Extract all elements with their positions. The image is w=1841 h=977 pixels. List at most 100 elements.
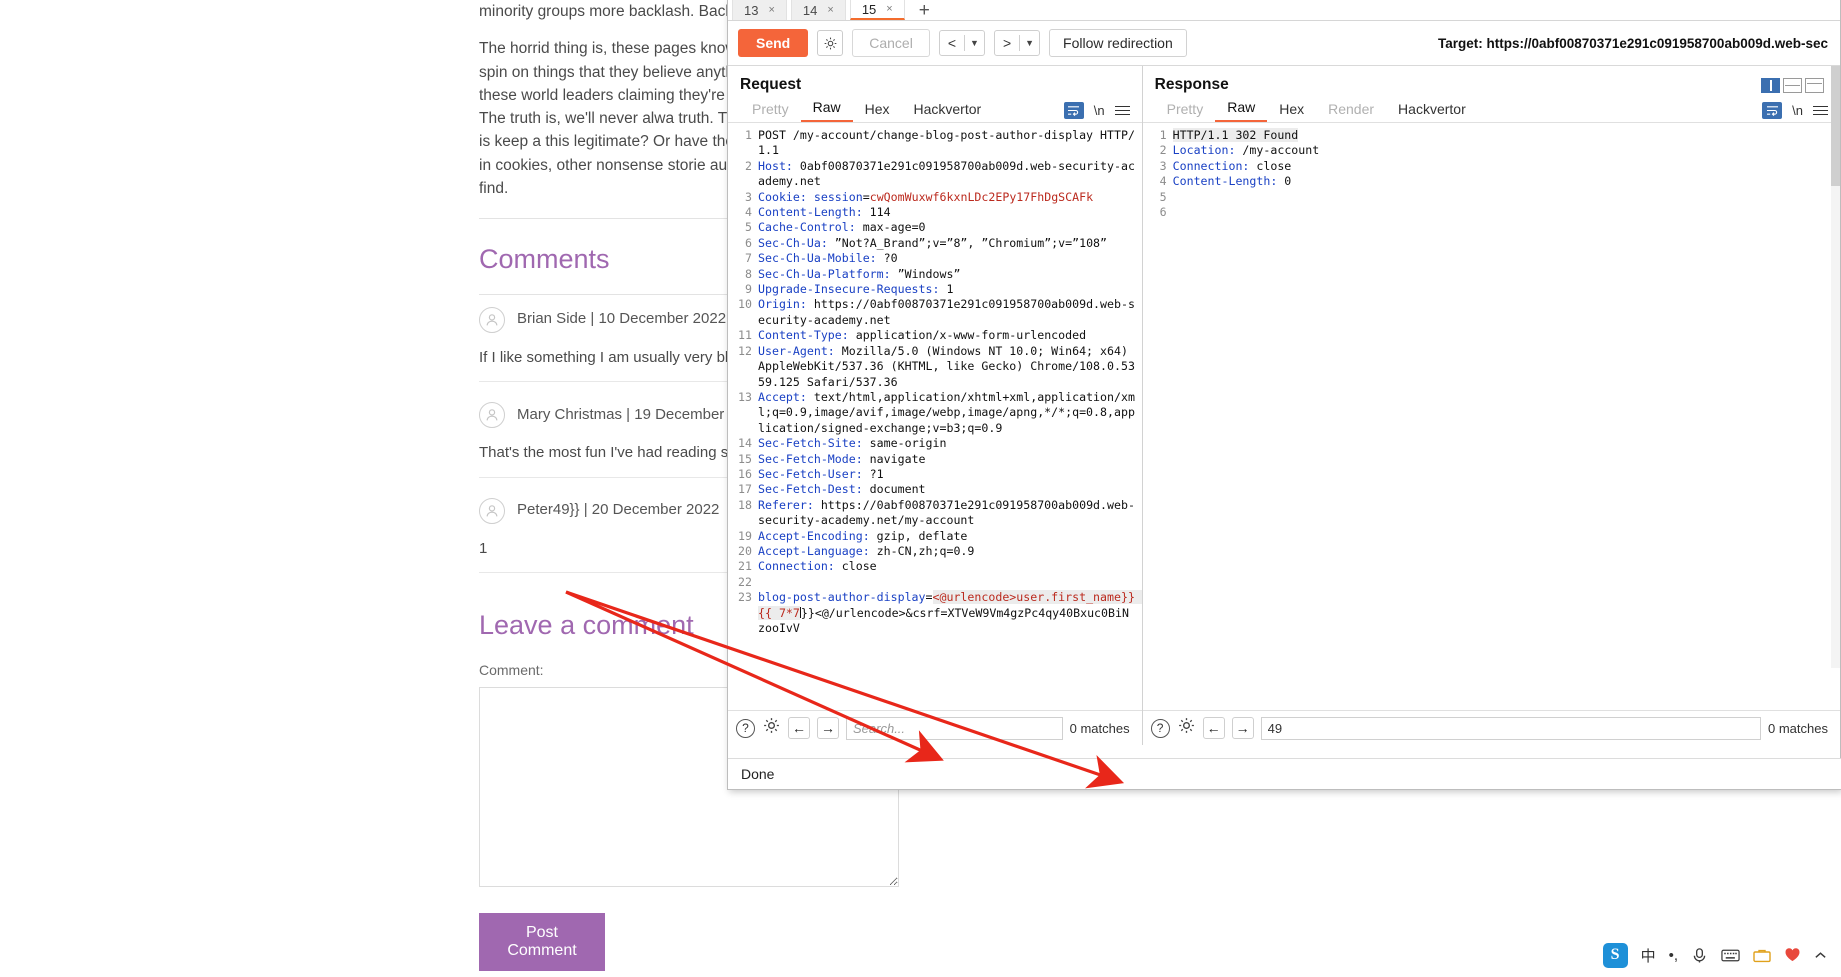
post-comment-button[interactable]: Post Comment [479, 912, 605, 971]
system-tray: S 中 •, [1421, 933, 1841, 977]
layout-switcher [1761, 77, 1828, 93]
question-icon[interactable]: ? [736, 718, 755, 738]
arrow-left-icon[interactable]: ← [1202, 717, 1225, 739]
tab-pretty[interactable]: Pretty [740, 101, 801, 122]
line-number: 4 [1159, 174, 1167, 189]
line-text: User-Agent: Mozilla/5.0 (Windows NT 10.0… [758, 343, 1135, 389]
cancel-button[interactable]: Cancel [852, 29, 930, 57]
gear-icon[interactable] [817, 30, 844, 56]
tab-render[interactable]: Render [1316, 101, 1386, 122]
comment-author: Brian Side [517, 310, 587, 328]
line-number: 5 [1159, 189, 1167, 204]
layout-horizontal-split-icon[interactable] [1783, 77, 1802, 93]
chevron-up-icon[interactable] [1814, 950, 1827, 961]
code-line: 7 Sec-Ch-Ua-Mobile: ?0 [728, 251, 1142, 266]
punctuation-toggle[interactable]: •, [1669, 947, 1678, 964]
question-icon[interactable]: ? [1150, 718, 1170, 738]
keyboard-icon[interactable] [1721, 948, 1740, 963]
repeater-tab-13[interactable]: 13 × [732, 0, 787, 20]
newline-toggle[interactable]: \n [1792, 103, 1803, 118]
close-icon[interactable]: × [768, 4, 774, 16]
mic-icon[interactable] [1691, 947, 1708, 964]
line-text: Connection: close [758, 559, 877, 574]
tab-raw[interactable]: Raw [1215, 99, 1268, 122]
response-search-input[interactable] [1260, 716, 1762, 740]
code-line: 8 Sec-Ch-Ua-Platform: ”Windows” [728, 267, 1142, 282]
close-icon[interactable]: × [827, 4, 833, 16]
code-line: 6 [1143, 205, 1840, 220]
code-line: 1 HTTP/1.1 302 Found [1143, 128, 1840, 143]
line-number: 13 [738, 389, 752, 404]
line-number: 2 [745, 158, 752, 173]
request-search-input[interactable] [846, 716, 1063, 740]
chevron-down-icon[interactable]: ▼ [965, 38, 984, 48]
word-wrap-icon[interactable] [1063, 102, 1084, 119]
request-body-editor[interactable]: 1 POST /my-account/change-blog-post-autho… [728, 123, 1142, 725]
repeater-toolbar: Send Cancel < ▼ > ▼ Follow redirection T… [728, 21, 1840, 66]
toolbox-icon[interactable] [1753, 948, 1771, 963]
tab-raw[interactable]: Raw [800, 99, 853, 122]
newline-toggle[interactable]: \n [1094, 103, 1105, 118]
line-text: Sec-Fetch-Mode: navigate [758, 451, 926, 466]
sogou-ime-icon[interactable]: S [1602, 942, 1628, 968]
tab-hex[interactable]: Hex [853, 101, 902, 122]
ime-mode-label[interactable]: 中 [1641, 945, 1656, 966]
code-line: 2 Host: 0abf00870371e291c091958700ab009d.… [728, 159, 1142, 190]
line-text: Connection: close [1172, 158, 1292, 173]
word-wrap-icon[interactable] [1762, 102, 1783, 119]
line-number: 4 [745, 205, 752, 220]
line-number: 12 [738, 343, 752, 358]
layout-tabs-icon[interactable] [1805, 77, 1824, 93]
next-request-button[interactable]: > ▼ [993, 30, 1041, 56]
gear-icon[interactable] [1177, 716, 1196, 740]
line-text [1173, 205, 1840, 220]
request-match-count: 0 matches [1069, 720, 1130, 736]
code-line: 15 Sec-Fetch-Mode: navigate [728, 452, 1142, 467]
tab-hackvertor[interactable]: Hackvertor [902, 101, 994, 122]
menu-icon[interactable] [1813, 103, 1828, 118]
line-number: 22 [738, 574, 752, 589]
code-line: 18 Referer: https://0abf00870371e291c0919… [728, 498, 1142, 529]
tab-hackvertor[interactable]: Hackvertor [1386, 101, 1478, 122]
follow-redirection-button[interactable]: Follow redirection [1049, 29, 1187, 57]
target-url-label: Target: https://0abf00870371e291c0919587… [1438, 35, 1828, 51]
code-line: 19 Accept-Encoding: gzip, deflate [728, 529, 1142, 544]
repeater-tab-14[interactable]: 14 × [790, 0, 846, 20]
line-text [1173, 190, 1840, 205]
scrollbar-thumb[interactable] [1831, 66, 1840, 186]
line-number: 17 [738, 482, 752, 497]
code-line: 3 Cookie: session=cwQomWuxwf6kxnLDc2EPy17… [728, 190, 1142, 205]
tab-pretty[interactable]: Pretty [1155, 101, 1216, 122]
line-number: 7 [745, 251, 752, 266]
heart-icon[interactable] [1784, 947, 1801, 963]
line-number: 15 [738, 451, 752, 466]
line-number: 8 [745, 266, 752, 281]
arrow-left-icon[interactable]: ← [788, 717, 810, 739]
comment-author: Peter49}} [517, 501, 580, 519]
close-icon[interactable]: × [886, 3, 892, 15]
repeater-tab-15[interactable]: 15 × [849, 0, 905, 20]
line-text: Accept-Language: zh-CN,zh;q=0.9 [758, 543, 975, 558]
line-text: Sec-Ch-Ua: ”Not?A_Brand”;v=”8”, ”Chromiu… [758, 235, 1108, 250]
line-text: Sec-Ch-Ua-Mobile: ?0 [758, 251, 898, 266]
new-tab-button[interactable]: + [909, 1, 940, 20]
request-search-bar: ? ← → 0 matches [728, 710, 1142, 745]
gear-icon[interactable] [762, 716, 781, 740]
send-button[interactable]: Send [738, 29, 809, 57]
response-body-viewer[interactable]: 1 HTTP/1.1 302 Found 2 Location: /my-accoun… [1143, 123, 1840, 725]
menu-icon[interactable] [1114, 103, 1130, 118]
tab-hex[interactable]: Hex [1267, 101, 1316, 122]
code-line: 22 [728, 575, 1142, 590]
comment-date: 20 December 2022 [591, 501, 720, 519]
arrow-right-icon[interactable]: → [817, 717, 839, 739]
code-line: 11 Content-Type: application/x-www-form-u… [728, 328, 1142, 343]
code-line: 21 Connection: close [728, 559, 1142, 574]
layout-vertical-split-icon[interactable] [1761, 77, 1780, 93]
arrow-right-icon[interactable]: → [1231, 717, 1254, 739]
response-scrollbar[interactable] [1831, 66, 1840, 668]
chevron-down-icon[interactable]: ▼ [1020, 38, 1039, 48]
prev-request-button[interactable]: < ▼ [938, 30, 985, 56]
code-line: 4 Content-Length: 114 [728, 205, 1142, 220]
line-text: Accept-Encoding: gzip, deflate [758, 528, 968, 543]
request-pane: Request Pretty Raw Hex Hackvertor \n 1 PO… [728, 66, 1143, 745]
